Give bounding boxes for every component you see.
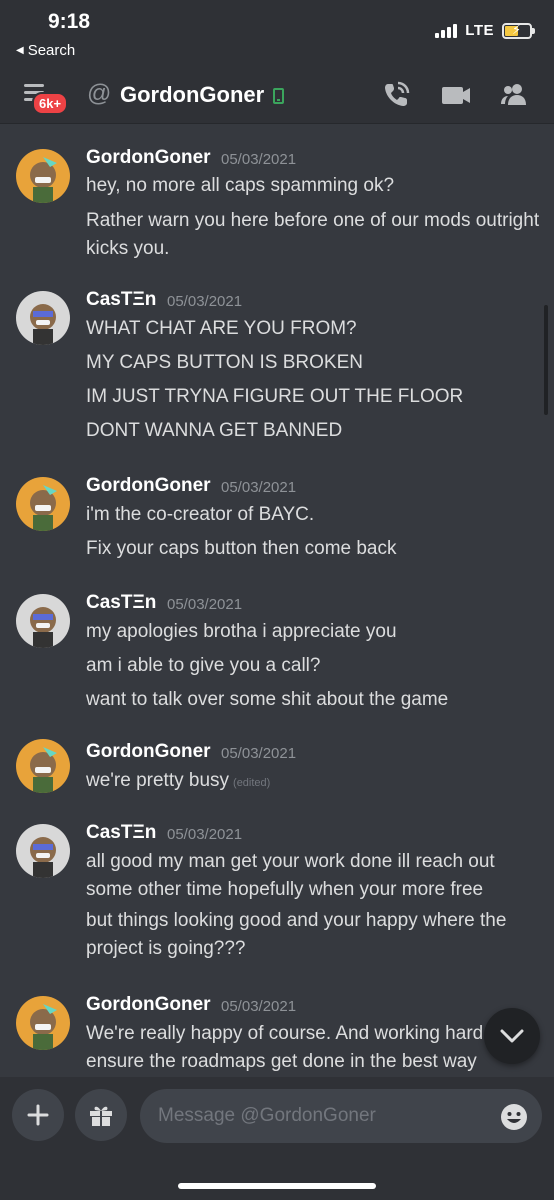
message-text: We're really happy of course. And workin…: [86, 1023, 505, 1072]
message-author[interactable]: GordonGoner: [86, 147, 211, 169]
message-text: am i able to give you a call?: [86, 655, 321, 676]
message-text: IM JUST TRYNA FIGURE OUT THE FLOOR: [86, 386, 464, 407]
avatar[interactable]: [16, 996, 70, 1050]
message-author[interactable]: CasTΞn: [86, 822, 156, 844]
message-text: we're pretty busy (edited): [86, 767, 542, 797]
message-author[interactable]: CasTΞn: [86, 289, 156, 311]
status-indicators: LTE ⚡: [435, 22, 535, 39]
mobile-online-icon: [273, 88, 284, 104]
network-label: LTE: [465, 22, 494, 39]
message-text: my apologies brotha i appreciate you: [86, 621, 397, 642]
message-text: but things looking good and your happy w…: [86, 910, 507, 959]
avatar[interactable]: [16, 594, 70, 648]
avatar[interactable]: [16, 824, 70, 878]
message-list[interactable]: GordonGoner 05/03/2021 hey, no more all …: [0, 125, 554, 1077]
message-timestamp: 05/03/2021: [221, 479, 297, 496]
message-text: hey, no more all caps spamming ok?: [86, 175, 395, 196]
message-composer: [0, 1077, 554, 1200]
members-icon: [501, 84, 526, 105]
attach-button[interactable]: [12, 1089, 64, 1141]
scrollbar[interactable]: [544, 305, 548, 415]
message-author[interactable]: GordonGoner: [86, 994, 211, 1016]
message-author[interactable]: GordonGoner: [86, 741, 211, 763]
message-text: all good my man get your work done ill r…: [86, 851, 495, 900]
unread-badge: 6k+: [32, 92, 69, 115]
message-text: i'm the co-creator of BAYC.: [86, 504, 315, 525]
message-input[interactable]: [140, 1089, 542, 1143]
status-time: 9:18: [48, 10, 91, 33]
channels-menu-button[interactable]: 6k+: [24, 84, 69, 115]
chevron-down-icon: [500, 1029, 524, 1043]
battery-icon: ⚡: [502, 22, 535, 39]
avatar[interactable]: [16, 149, 70, 203]
top-header: 9:18 ◀ Search LTE ⚡ 6k+ @ GordonGoner: [0, 0, 554, 124]
home-indicator[interactable]: [178, 1183, 376, 1189]
message-text: Fix your caps button then come back: [86, 538, 397, 559]
message-timestamp: 05/03/2021: [221, 998, 297, 1015]
jump-to-latest-button[interactable]: [484, 1008, 540, 1064]
message-text-content: we're pretty busy: [86, 770, 230, 791]
at-icon: @: [87, 80, 112, 107]
message-timestamp: 05/03/2021: [221, 745, 297, 762]
gift-icon: [90, 1106, 112, 1126]
gift-button[interactable]: [75, 1089, 127, 1141]
signal-icon: [435, 23, 458, 38]
avatar[interactable]: [16, 291, 70, 345]
avatar[interactable]: [16, 739, 70, 793]
message-timestamp: 05/03/2021: [167, 826, 243, 843]
message-text: want to talk over some shit about the ga…: [86, 689, 449, 710]
edited-label: (edited): [233, 777, 271, 789]
message-text: MY CAPS BUTTON IS BROKEN: [86, 352, 363, 373]
back-label: Search: [27, 42, 76, 59]
back-arrow-icon: ◀: [16, 45, 24, 56]
message-author[interactable]: GordonGoner: [86, 475, 211, 497]
plus-icon: [27, 1104, 49, 1126]
message-text: DONT WANNA GET BANNED: [86, 420, 343, 441]
channel-title[interactable]: GordonGoner: [120, 82, 264, 108]
message-author[interactable]: CasTΞn: [86, 592, 156, 614]
members-button[interactable]: [498, 80, 530, 110]
call-button[interactable]: [381, 80, 413, 110]
emoji-icon: [501, 1104, 527, 1130]
phone-call-icon: [385, 81, 410, 106]
message-text: Rather warn you here before one of our m…: [86, 210, 540, 259]
video-camera-icon: [442, 87, 470, 104]
message-timestamp: 05/03/2021: [167, 293, 243, 310]
back-to-search[interactable]: ◀ Search: [16, 42, 75, 59]
emoji-button[interactable]: [500, 1103, 528, 1131]
message-text: WHAT CHAT ARE YOU FROM?: [86, 318, 357, 339]
message-timestamp: 05/03/2021: [167, 596, 243, 613]
video-call-button[interactable]: [440, 80, 472, 110]
message-timestamp: 05/03/2021: [221, 151, 297, 168]
avatar[interactable]: [16, 477, 70, 531]
